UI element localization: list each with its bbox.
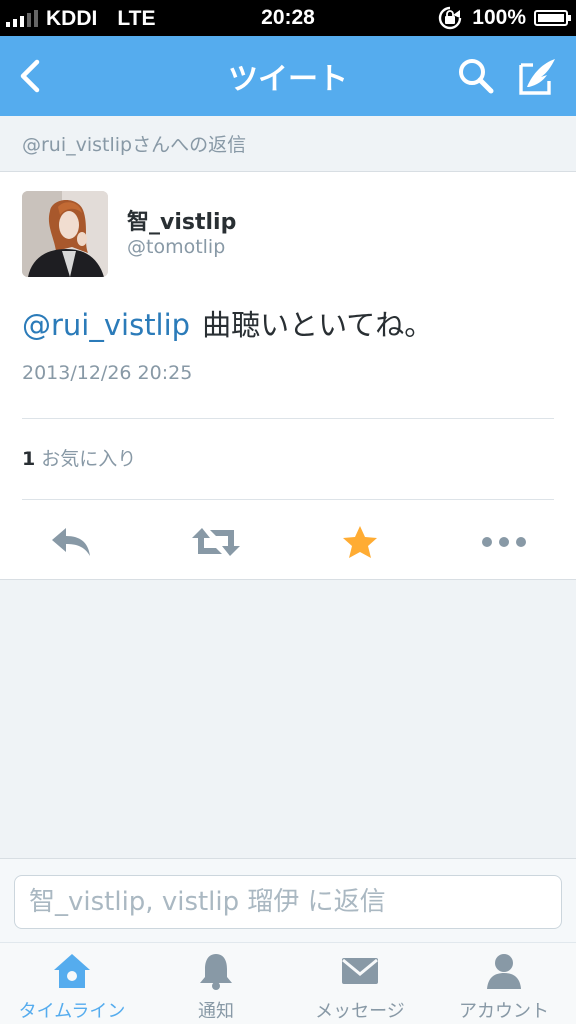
user-handle[interactable]: @tomotlip bbox=[127, 236, 225, 258]
tab-label: 通知 bbox=[198, 1001, 234, 1022]
favorite-button[interactable] bbox=[330, 520, 390, 564]
mention-link[interactable]: @rui_vistlip bbox=[22, 308, 190, 342]
navigation-bar: ツイート bbox=[0, 36, 576, 116]
search-icon bbox=[459, 59, 494, 94]
compose-tweet-button[interactable] bbox=[516, 54, 560, 98]
tab-label: アカウント bbox=[459, 1001, 549, 1022]
tab-notifications[interactable]: 通知 bbox=[144, 943, 288, 1024]
tab-label: メッセージ bbox=[315, 1001, 405, 1022]
tweet-detail: 智_vistlip @tomotlip @rui_vistlip 曲聴いといてね。… bbox=[0, 172, 576, 580]
retweet-button[interactable] bbox=[186, 520, 246, 564]
tab-timeline[interactable]: タイムライン bbox=[0, 943, 144, 1024]
reply-input[interactable] bbox=[14, 875, 562, 929]
rotation-lock-icon bbox=[439, 6, 462, 30]
tab-messages[interactable]: メッセージ bbox=[288, 943, 432, 1024]
compose-icon bbox=[519, 59, 555, 95]
divider bbox=[22, 499, 554, 500]
person-icon bbox=[487, 954, 521, 989]
reply-icon bbox=[52, 528, 90, 556]
more-icon bbox=[482, 537, 526, 547]
favorites-count[interactable]: 1 お気に入り bbox=[22, 444, 136, 471]
tab-label: タイムライン bbox=[18, 1001, 126, 1022]
bell-icon bbox=[200, 954, 232, 990]
in-reply-to-banner[interactable]: @rui_vistlipさんへの返信 bbox=[0, 116, 576, 172]
divider bbox=[22, 418, 554, 419]
tweet-body: 曲聴いといてね。 bbox=[202, 308, 434, 342]
more-button[interactable] bbox=[474, 520, 534, 564]
display-name[interactable]: 智_vistlip bbox=[127, 204, 236, 236]
search-button[interactable] bbox=[454, 54, 498, 98]
reply-composer bbox=[0, 858, 576, 942]
tab-account[interactable]: アカウント bbox=[432, 943, 576, 1024]
battery-icon bbox=[534, 10, 571, 26]
in-reply-to-text: @rui_vistlipさんへの返信 bbox=[22, 134, 247, 156]
status-bar: KDDI LTE 20:28 100% bbox=[0, 0, 576, 36]
tweet-text: @rui_vistlip 曲聴いといてね。 bbox=[22, 302, 433, 344]
retweet-icon bbox=[192, 528, 240, 556]
tab-bar: タイムライン 通知 メッセージ アカウント bbox=[0, 942, 576, 1024]
avatar[interactable] bbox=[22, 191, 108, 277]
favorite-star-icon bbox=[343, 526, 377, 558]
tweet-timestamp: 2013/12/26 20:25 bbox=[22, 362, 193, 384]
tweet-actions bbox=[0, 512, 576, 572]
envelope-icon bbox=[342, 958, 378, 984]
battery-percent: 100% bbox=[472, 6, 526, 29]
home-icon bbox=[54, 954, 90, 988]
favorites-number: 1 bbox=[22, 448, 36, 470]
status-right: 100% bbox=[436, 6, 571, 30]
reply-button[interactable] bbox=[42, 520, 102, 564]
favorites-label: お気に入り bbox=[41, 448, 137, 470]
profile-photo bbox=[22, 191, 108, 277]
